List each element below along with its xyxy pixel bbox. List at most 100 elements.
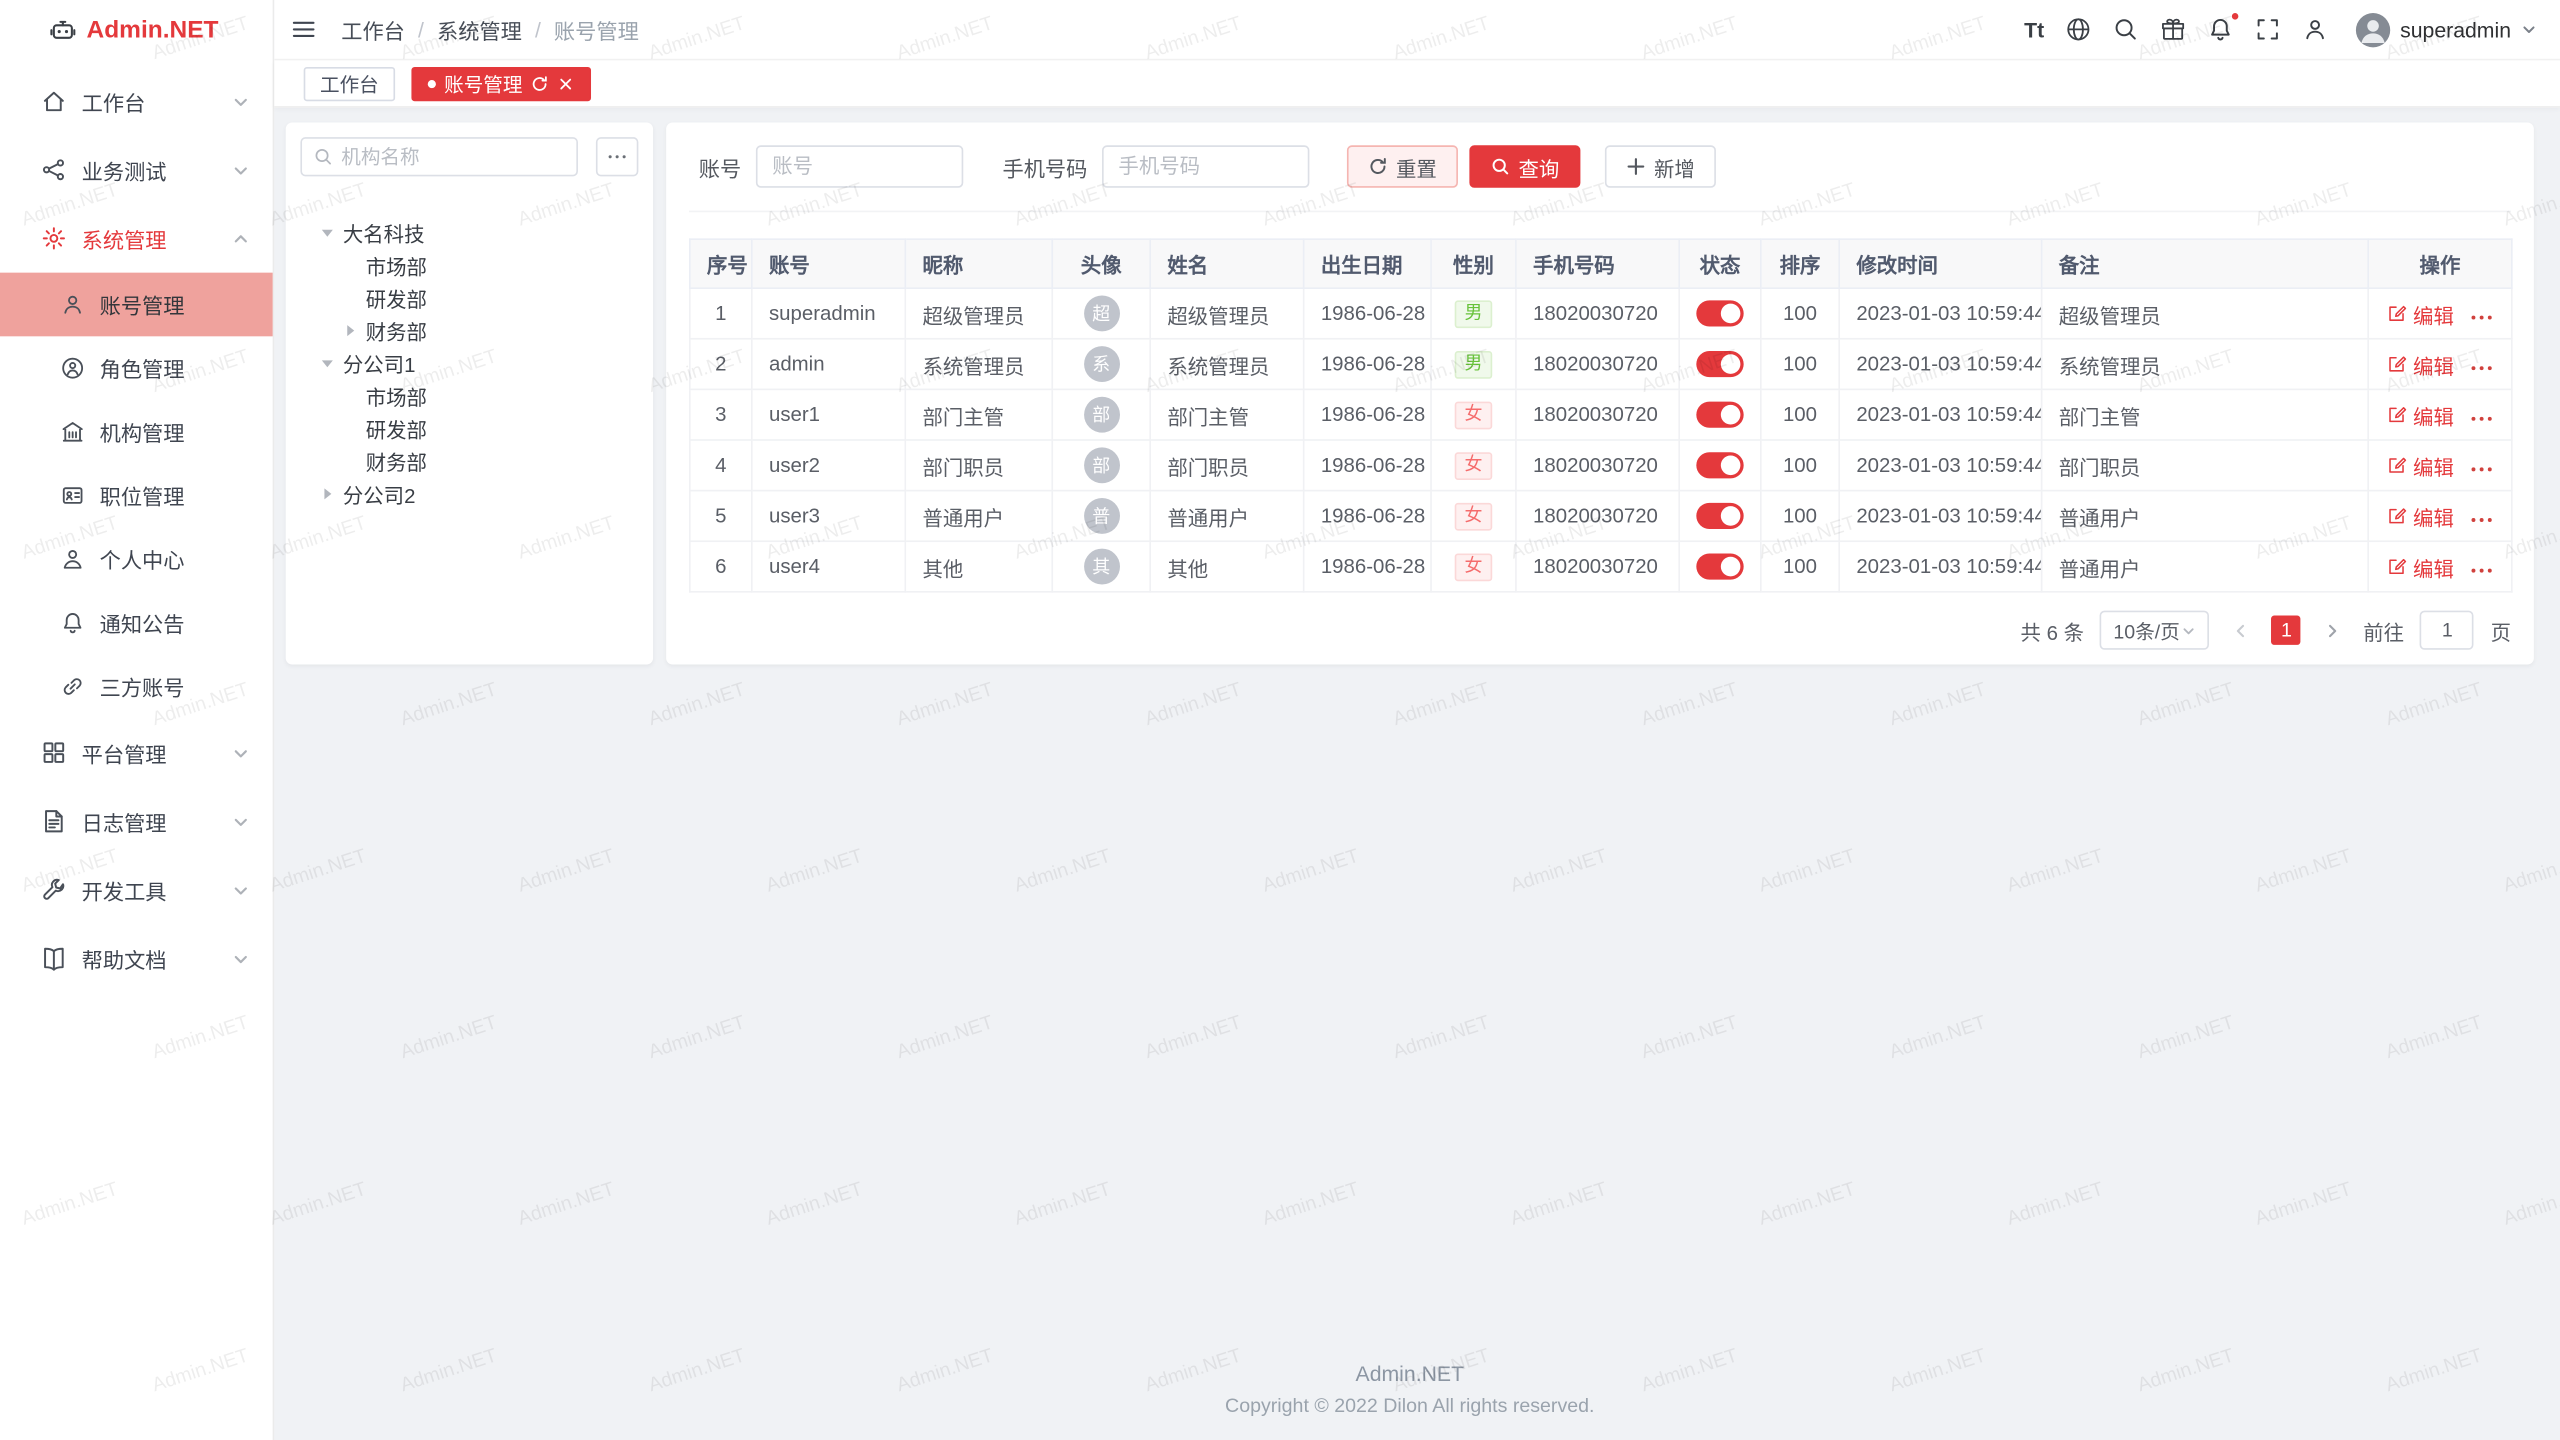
cards-row: 大名科技 市场部 研发部 财务部 bbox=[286, 122, 2534, 664]
cell-order: 100 bbox=[1761, 491, 1839, 542]
tree-node[interactable]: 研发部 bbox=[300, 281, 638, 314]
sidebar-item-position-management[interactable]: 职位管理 bbox=[0, 464, 273, 528]
font-size-icon[interactable]: Tt bbox=[2024, 19, 2044, 40]
theme-gift-icon[interactable] bbox=[2160, 16, 2186, 42]
cell-birthday: 1986-06-28 bbox=[1304, 389, 1431, 440]
search-icon[interactable] bbox=[2113, 16, 2139, 42]
sidebar-item-system-management[interactable]: 系统管理 bbox=[0, 204, 273, 273]
edit-button[interactable]: 编辑 bbox=[2387, 551, 2454, 582]
sidebar-item-third-party-account[interactable]: 三方账号 bbox=[0, 655, 273, 719]
chevron-down-icon bbox=[232, 812, 250, 830]
next-page-button[interactable] bbox=[2317, 616, 2346, 645]
status-toggle[interactable] bbox=[1696, 351, 1743, 377]
sidebar-item-log-management[interactable]: 日志管理 bbox=[0, 787, 273, 856]
more-actions-button[interactable] bbox=[2470, 364, 2493, 372]
account-input[interactable] bbox=[756, 145, 963, 187]
sidebar-item-platform-management[interactable]: 平台管理 bbox=[0, 718, 273, 787]
pagination: 共 6 条 10条/页 1 前往 页 bbox=[689, 611, 2511, 650]
topbar-actions: Tt superadmin bbox=[2024, 12, 2537, 46]
goto-page-input[interactable] bbox=[2420, 611, 2474, 650]
reset-button[interactable]: 重置 bbox=[1347, 145, 1458, 187]
more-actions-button[interactable] bbox=[2470, 466, 2493, 474]
cell-order: 100 bbox=[1761, 389, 1839, 440]
edit-pencil-icon bbox=[2387, 456, 2407, 476]
col-header-avatar: 头像 bbox=[1052, 239, 1150, 288]
user-menu[interactable]: superadmin bbox=[2356, 12, 2537, 46]
tree-node[interactable]: 研发部 bbox=[300, 411, 638, 444]
user-settings-icon[interactable] bbox=[2302, 16, 2328, 42]
search-button[interactable]: 查询 bbox=[1469, 145, 1580, 187]
org-search-input[interactable] bbox=[341, 145, 565, 168]
cell-nickname: 超级管理员 bbox=[905, 288, 1052, 339]
cell-actions: 编辑 bbox=[2368, 440, 2512, 491]
tree-node[interactable]: 财务部 bbox=[300, 313, 638, 346]
page-size-select[interactable]: 10条/页 bbox=[2100, 611, 2209, 650]
add-button[interactable]: 新增 bbox=[1605, 145, 1716, 187]
status-toggle[interactable] bbox=[1696, 503, 1743, 529]
sidebar-item-help-docs[interactable]: 帮助文档 bbox=[0, 924, 273, 993]
notification-bell-icon[interactable] bbox=[2207, 16, 2233, 42]
cell-actions: 编辑 bbox=[2368, 541, 2512, 592]
cell-order: 100 bbox=[1761, 288, 1839, 339]
status-toggle[interactable] bbox=[1696, 300, 1743, 326]
edit-button[interactable]: 编辑 bbox=[2387, 399, 2454, 430]
cell-modified: 2023-01-03 10:59:44 bbox=[1839, 541, 2041, 592]
col-header-account: 账号 bbox=[752, 239, 905, 288]
hamburger-menu-icon[interactable] bbox=[291, 16, 317, 42]
caret-down-icon[interactable] bbox=[320, 355, 335, 370]
prev-page-button[interactable] bbox=[2226, 616, 2255, 645]
cell-remark: 普通用户 bbox=[2042, 541, 2369, 592]
tree-more-button[interactable] bbox=[596, 137, 638, 176]
status-toggle[interactable] bbox=[1696, 553, 1743, 579]
cell-nickname: 部门主管 bbox=[905, 389, 1052, 440]
cell-remark: 系统管理员 bbox=[2042, 339, 2369, 390]
sidebar-item-dev-tools[interactable]: 开发工具 bbox=[0, 856, 273, 925]
sidebar-item-role-management[interactable]: 角色管理 bbox=[0, 336, 273, 400]
sidebar-item-notice[interactable]: 通知公告 bbox=[0, 591, 273, 655]
cell-actions: 编辑 bbox=[2368, 389, 2512, 440]
tree-node[interactable]: 分公司2 bbox=[300, 477, 638, 510]
page-footer: Admin.NET Copyright © 2022 Dilon All rig… bbox=[286, 1362, 2534, 1431]
more-actions-button[interactable] bbox=[2470, 415, 2493, 423]
caret-right-icon[interactable] bbox=[320, 486, 335, 501]
tab-account-management[interactable]: 账号管理 bbox=[411, 66, 591, 100]
language-globe-icon[interactable] bbox=[2065, 16, 2091, 42]
sidebar-item-profile-center[interactable]: 个人中心 bbox=[0, 527, 273, 591]
sidebar-item-workbench[interactable]: 工作台 bbox=[0, 67, 273, 136]
close-icon[interactable] bbox=[557, 74, 575, 92]
edit-button[interactable]: 编辑 bbox=[2387, 349, 2454, 380]
caret-right-icon[interactable] bbox=[343, 322, 358, 337]
tree-node[interactable]: 财务部 bbox=[300, 444, 638, 477]
tree-node[interactable]: 市场部 bbox=[300, 379, 638, 412]
status-toggle[interactable] bbox=[1696, 452, 1743, 478]
cell-phone: 18020030720 bbox=[1516, 339, 1679, 390]
fullscreen-icon[interactable] bbox=[2255, 16, 2281, 42]
notification-badge-dot bbox=[2230, 11, 2240, 21]
edit-button-label: 编辑 bbox=[2413, 450, 2454, 481]
breadcrumb-item[interactable]: 工作台 bbox=[341, 14, 405, 45]
edit-button[interactable]: 编辑 bbox=[2387, 450, 2454, 481]
logo[interactable]: Admin.NET bbox=[0, 0, 273, 60]
sidebar-item-org-management[interactable]: 机构管理 bbox=[0, 400, 273, 464]
tree-node[interactable]: 大名科技 bbox=[300, 216, 638, 249]
more-actions-button[interactable] bbox=[2470, 314, 2493, 322]
tree-node[interactable]: 分公司1 bbox=[300, 346, 638, 379]
breadcrumb-item[interactable]: 系统管理 bbox=[437, 14, 522, 45]
sidebar-item-account-management[interactable]: 账号管理 bbox=[0, 273, 273, 337]
tab-workbench[interactable]: 工作台 bbox=[304, 66, 395, 100]
edit-button[interactable]: 编辑 bbox=[2387, 500, 2454, 531]
page-number-button[interactable]: 1 bbox=[2272, 616, 2301, 645]
cell-birthday: 1986-06-28 bbox=[1304, 491, 1431, 542]
more-actions-button[interactable] bbox=[2470, 567, 2493, 575]
cell-no: 6 bbox=[690, 541, 752, 592]
more-actions-button[interactable] bbox=[2470, 516, 2493, 524]
status-toggle[interactable] bbox=[1696, 402, 1743, 428]
caret-down-icon[interactable] bbox=[320, 224, 335, 239]
link-icon bbox=[60, 674, 84, 698]
sidebar-item-business-test[interactable]: 业务测试 bbox=[0, 136, 273, 205]
caret-spacer bbox=[343, 290, 358, 305]
edit-button[interactable]: 编辑 bbox=[2387, 298, 2454, 329]
tree-node[interactable]: 市场部 bbox=[300, 248, 638, 281]
refresh-icon[interactable] bbox=[531, 74, 549, 92]
phone-input[interactable] bbox=[1102, 145, 1309, 187]
